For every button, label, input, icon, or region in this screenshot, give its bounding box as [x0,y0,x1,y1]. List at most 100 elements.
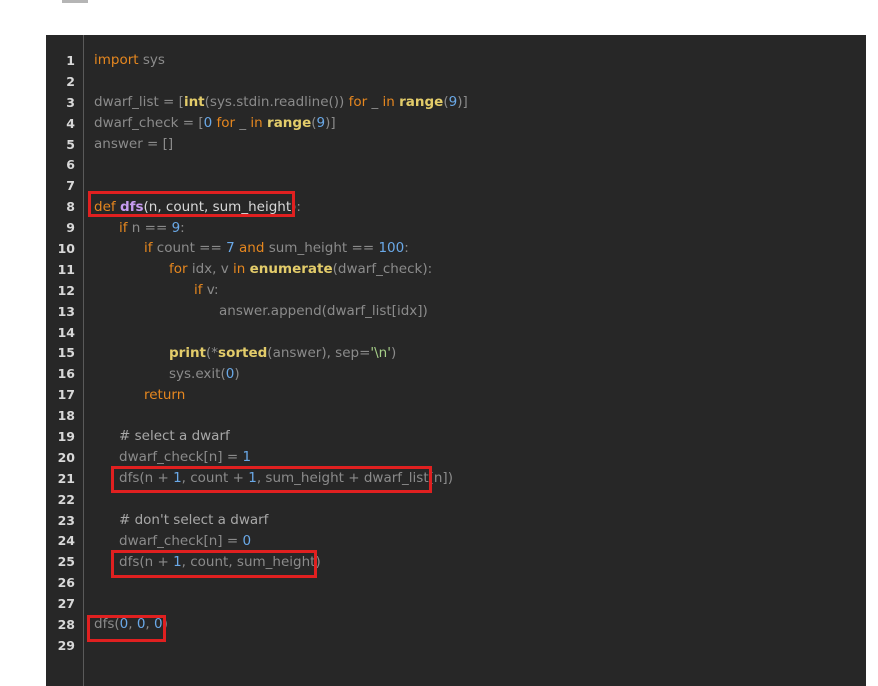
code-line: 19 # select a dwarf [46,426,866,447]
code-editor[interactable]: 1 import sys 2 3 dwarf_list = [int(sys.s… [46,35,866,686]
line-content: dwarf_check[n] = 1 [94,449,251,465]
line-number: 29 [57,637,75,653]
code-text: n == [127,219,172,236]
number: 1 [242,449,252,466]
line-number: 23 [57,512,75,528]
code-line: 20 dwarf_check[n] = 1 [46,447,866,468]
comment: # select a dwarf [119,428,230,445]
keyword: in [382,94,395,111]
line-number: 20 [57,449,75,465]
line-number: 22 [57,491,75,507]
code-text: ) [390,344,397,361]
line-content: dwarf_check[n] = 0 [94,533,251,549]
code-line: 10 if count == 7 and sum_height == 100: [46,238,866,259]
line-number: 16 [57,366,75,382]
line-content: if count == 7 and sum_height == 100: [94,240,409,256]
line-content: import sys [94,52,165,68]
line-number: 11 [57,261,75,277]
code-text: _ [367,94,383,111]
code-line: 18 [46,405,866,426]
line-number: 8 [66,199,75,215]
code-text: dwarf_check[n] = [119,449,243,466]
code-text: : [180,219,185,236]
code-line: 6 [46,154,866,175]
code-text: idx, v [187,261,234,278]
line-number: 10 [57,240,75,256]
line-content: answer = [] [94,136,173,152]
code-line: 16 sys.exit(0) [46,363,866,384]
keyword: if [194,282,203,299]
keyword: in [233,261,246,278]
code-line: 17 return [46,384,866,405]
top-mark [62,0,88,3]
code-text: : [404,240,409,257]
code-text: )] [457,94,468,111]
line-number: 24 [57,533,75,549]
code-line: 27 [46,593,866,614]
code-line: 5 answer = [] [46,134,866,155]
line-number: 2 [66,73,75,89]
line-number: 15 [57,345,75,361]
code-text: (dwarf_check): [332,261,433,278]
code-text: sum_height == [264,240,379,257]
code-text: sys.exit( [169,365,226,382]
number: 9 [316,115,326,132]
line-number: 1 [66,52,75,68]
keyword: if [119,219,128,236]
keyword: import [94,52,139,69]
highlight-box-recursive-call-skip [111,550,317,578]
string: '\n' [370,344,391,361]
line-content: for idx, v in enumerate(dwarf_check): [94,261,432,277]
code-text: ) [234,365,240,382]
keyword: in [250,115,263,132]
code-text: (answer), sep= [267,344,371,361]
code-text: answer = [] [94,136,174,152]
line-number: 17 [57,387,75,403]
code-line: 11 for idx, v in enumerate(dwarf_check): [46,259,866,280]
code-text: count == [152,240,227,257]
builtin: print [169,344,207,361]
highlight-box-recursive-call-select [111,466,432,493]
number: 7 [226,240,235,257]
line-number: 9 [66,220,75,236]
line-content: if v: [94,282,219,298]
line-number: 19 [57,428,75,444]
code-text: dwarf_check[n] = [119,532,243,549]
code-line: 12 if v: [46,280,866,301]
builtin: sorted [218,344,268,361]
highlight-box-initial-call [87,615,166,642]
line-number: 14 [57,324,75,340]
keyword: for [216,115,236,132]
code-line: 13 answer.append(dwarf_list[idx]) [46,301,866,322]
line-content: dwarf_list = [int(sys.stdin.readline()) … [94,94,468,110]
code-text: v: [202,282,219,299]
line-number: 4 [66,115,75,131]
code-text: dwarf_list = [ [94,94,184,111]
code-line: 15 print(*sorted(answer), sep='\n') [46,342,866,363]
code-text: )] [325,115,336,132]
keyword: return [144,386,186,403]
highlight-box-def [88,191,295,217]
line-number: 3 [66,94,75,110]
code-text: _ [235,115,251,132]
line-content: dwarf_check = [0 for _ in range(9)] [94,115,336,131]
line-content: if n == 9: [94,220,185,236]
line-content: sys.exit(0) [94,366,240,382]
line-content: answer.append(dwarf_list[idx]) [94,303,428,319]
line-number: 13 [57,303,75,319]
number: 0 [203,115,213,132]
line-content: # don't select a dwarf [94,512,268,528]
builtin: int [183,94,205,111]
builtin: enumerate [249,261,333,278]
code-line: 2 [46,71,866,92]
line-number: 25 [57,554,75,570]
code-text: sys [138,52,165,69]
line-number: 27 [57,596,75,612]
code-text: (* [206,344,219,361]
code-line: 23 # don't select a dwarf [46,510,866,531]
keyword: for [169,261,188,278]
line-number: 21 [57,470,75,486]
code-line: 4 dwarf_check = [0 for _ in range(9)] [46,113,866,134]
code-line: 1 import sys [46,50,866,71]
code-text: : [296,198,301,215]
